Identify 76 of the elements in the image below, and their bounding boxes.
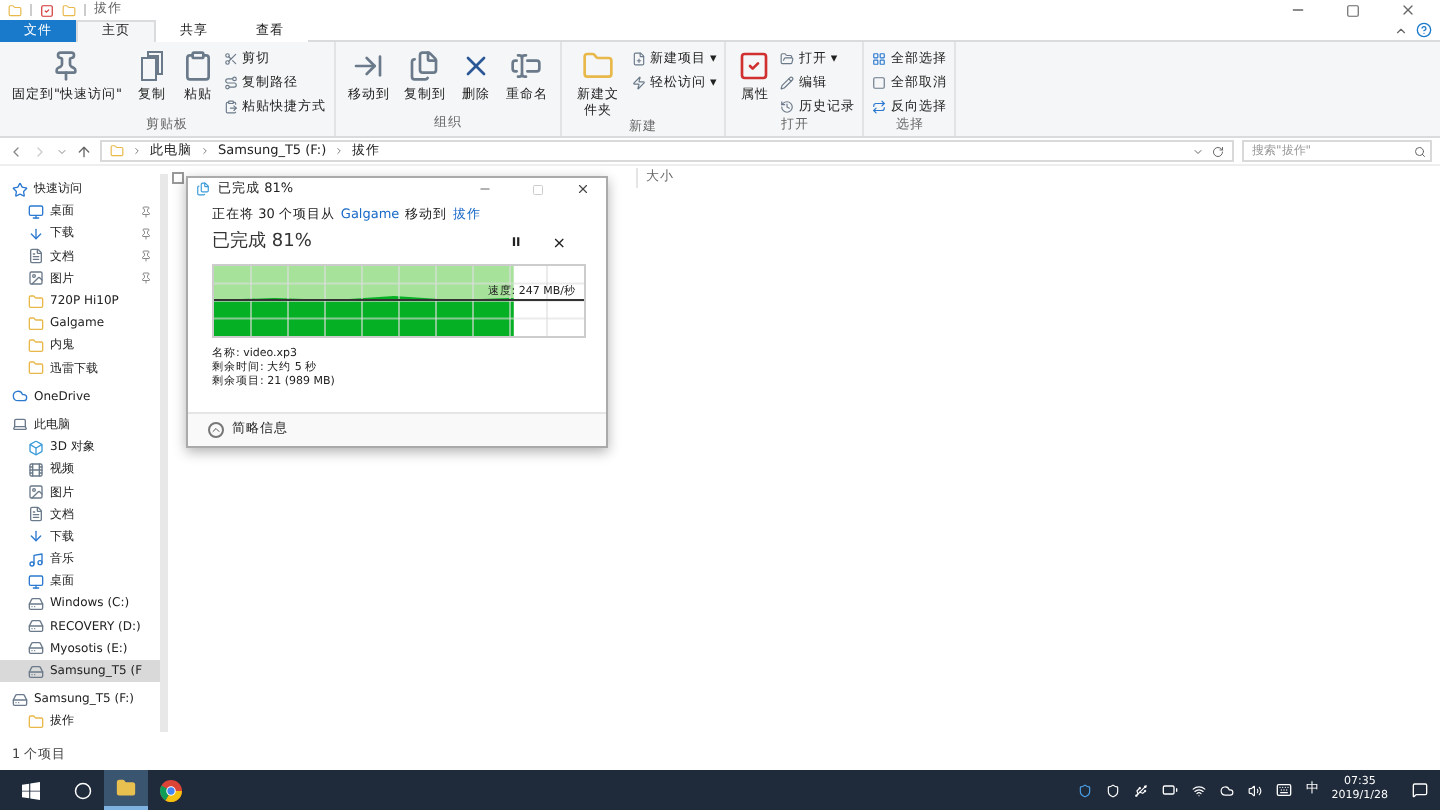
folder-icon (8, 3, 22, 17)
pin-icon (50, 50, 83, 82)
chevron-up-icon (208, 422, 224, 438)
move-icon (352, 50, 385, 82)
help-icon[interactable] (1416, 22, 1432, 38)
taskbar-app[interactable] (104, 770, 148, 810)
arrow-down-icon (28, 225, 44, 242)
history-icon (780, 99, 795, 114)
close-icon[interactable] (576, 182, 590, 196)
close-icon[interactable] (1400, 2, 1416, 18)
image-icon (28, 484, 44, 501)
folder-icon (581, 50, 614, 82)
new-file-icon (631, 52, 646, 67)
back-icon[interactable] (8, 143, 24, 159)
drive-icon (28, 618, 44, 635)
clipboard-icon (181, 50, 214, 82)
lightning-icon (631, 76, 646, 91)
folder-icon (28, 360, 44, 377)
music-icon (28, 551, 44, 568)
cloud-icon[interactable] (1219, 783, 1234, 797)
star-icon (12, 181, 28, 198)
volume-icon[interactable] (1247, 783, 1262, 797)
checkbox-icon (738, 50, 771, 82)
copy-icon (408, 50, 441, 82)
refresh-icon[interactable] (1212, 145, 1224, 157)
progress-heading: 已完成 81% (212, 229, 314, 256)
up-icon[interactable] (76, 143, 92, 159)
folder-icon (28, 337, 44, 354)
search-icon (1414, 145, 1426, 157)
pencil-icon (780, 76, 795, 91)
notification-icon[interactable] (1412, 782, 1428, 798)
copy-icon (196, 182, 210, 196)
maximize-icon[interactable] (1346, 3, 1360, 17)
cloud-icon (12, 388, 28, 405)
drive-icon (12, 691, 28, 708)
search-icon[interactable] (74, 781, 92, 799)
document-icon (28, 506, 44, 523)
square-icon (872, 76, 887, 91)
wifi-icon[interactable] (1191, 783, 1206, 797)
browser-icon[interactable] (160, 779, 182, 801)
rename-icon (510, 50, 543, 82)
chevron-icon (200, 146, 210, 156)
arrow-down-icon (28, 528, 44, 545)
properties-icon (40, 3, 54, 17)
collapse-ribbon-icon[interactable] (1394, 23, 1408, 37)
cancel-button[interactable]: × (536, 231, 582, 255)
path-icon (223, 76, 238, 91)
cube-icon (28, 439, 44, 456)
battery-icon[interactable] (1161, 782, 1178, 798)
checkbox[interactable] (172, 172, 184, 184)
drive-icon (28, 595, 44, 612)
folder-icon (28, 315, 44, 332)
film-icon (28, 461, 44, 478)
swap-icon (872, 99, 887, 114)
folder-icon (28, 293, 44, 310)
keyboard-icon[interactable] (1275, 782, 1292, 798)
shortcut-icon (223, 99, 238, 114)
drive-icon (28, 640, 44, 657)
usb-icon[interactable] (1133, 783, 1148, 797)
document-icon (28, 248, 44, 265)
drive-icon (28, 663, 44, 680)
scissors-icon (223, 52, 238, 67)
folder-icon (28, 713, 44, 730)
grid-icon (872, 52, 887, 67)
chevron-icon (334, 146, 345, 156)
folder-icon (110, 144, 124, 158)
copy-icon (135, 50, 168, 82)
windows-start-icon[interactable] (22, 781, 40, 799)
folder-icon (62, 3, 76, 17)
chevron-icon (132, 146, 142, 156)
monitor-icon (28, 573, 44, 590)
monitor-icon (28, 203, 44, 220)
folder-icon (116, 778, 136, 798)
open-folder-icon (780, 52, 795, 67)
laptop-icon (12, 416, 28, 433)
image-icon (28, 270, 44, 287)
